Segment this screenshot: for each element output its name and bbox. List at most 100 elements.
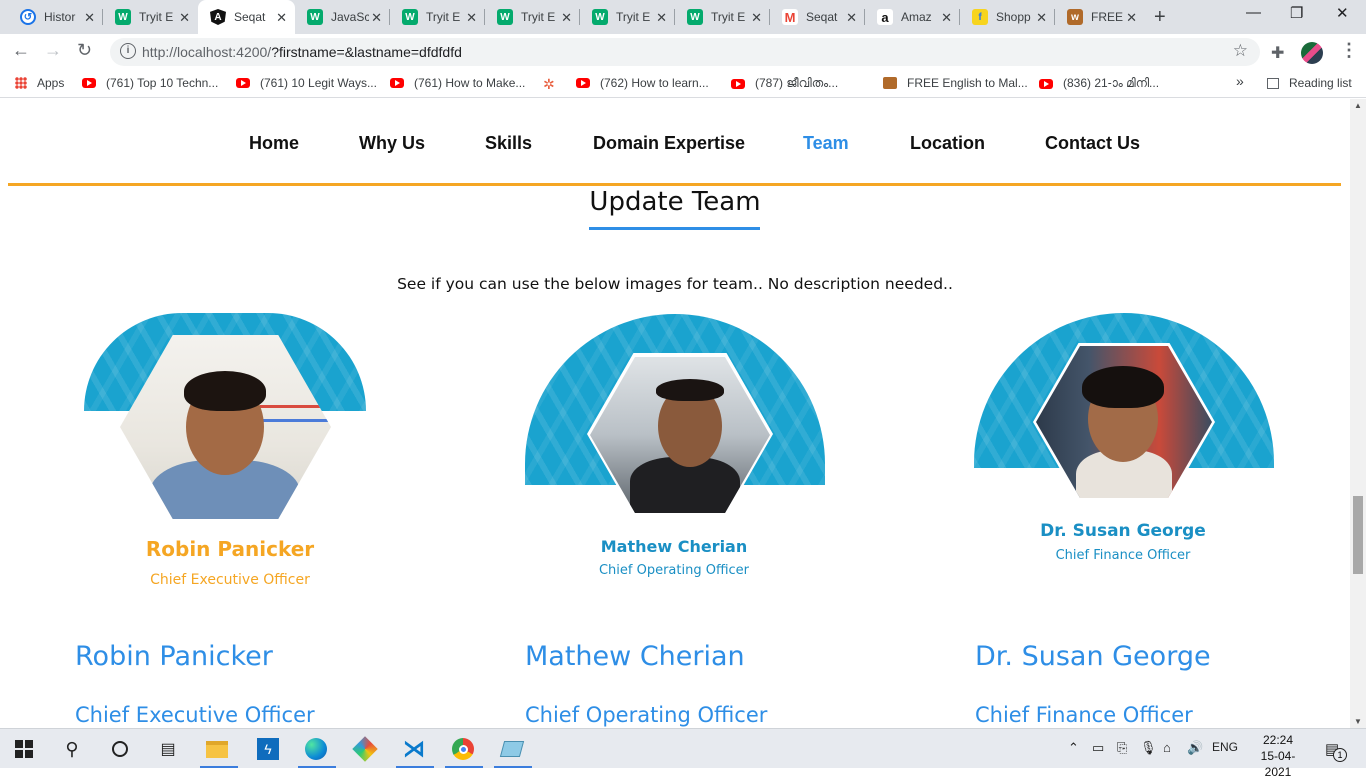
cortana-icon[interactable] (108, 737, 132, 761)
page-content: Home Why Us Skills Domain Expertise Team… (0, 99, 1350, 728)
close-tab-icon[interactable]: ✕ (1036, 10, 1047, 26)
new-tab-icon[interactable]: + (1154, 6, 1166, 29)
close-tab-icon[interactable]: ✕ (941, 10, 952, 26)
more-bookmarks-icon[interactable]: » (1236, 73, 1244, 89)
forward-icon[interactable]: → (44, 40, 62, 61)
tab-javascript[interactable]: W JavaSc ✕ (295, 0, 390, 34)
nav-team[interactable]: Team (803, 133, 849, 154)
address-bar[interactable]: i http://localhost:4200/?firstname=&last… (110, 38, 1260, 66)
back-icon[interactable]: ← (12, 40, 30, 61)
member-name-mathew: Mathew Cherian (525, 641, 745, 672)
tab-amazon[interactable]: a Amaz ✕ (865, 0, 960, 34)
profile-avatar[interactable] (1301, 42, 1323, 64)
youtube-icon (1039, 78, 1053, 89)
tab-tryit-2[interactable]: W Tryit E ✕ (390, 0, 485, 34)
close-window-icon[interactable]: ✕ (1336, 4, 1349, 22)
scroll-thumb[interactable] (1353, 496, 1363, 574)
flipkart-icon: f (972, 9, 988, 25)
bookmark-item[interactable]: (787) ജീവിതം... (731, 76, 838, 91)
vscode-icon[interactable]: ⋊ (402, 736, 426, 761)
reading-list-icon (1267, 77, 1279, 89)
member-name-susan: Dr. Susan George (975, 641, 1211, 672)
reading-list[interactable]: Reading list (1267, 76, 1352, 90)
bookmark-item[interactable]: (761) How to Make... (390, 76, 525, 90)
minimize-icon[interactable]: — (1246, 4, 1261, 21)
notification-count: 1 (1333, 748, 1347, 762)
w3schools-icon: W (402, 9, 418, 25)
nav-divider (8, 183, 1341, 186)
language-indicator[interactable]: ENG (1212, 740, 1238, 754)
close-tab-icon[interactable]: ✕ (846, 10, 857, 26)
tab-seqat-active[interactable]: A Seqat ✕ (198, 0, 295, 34)
tab-tryit-1[interactable]: W Tryit E ✕ (103, 0, 198, 34)
task-view-icon[interactable]: ▤ (156, 737, 180, 761)
menu-icon[interactable]: ⋮ (1340, 40, 1358, 61)
search-icon[interactable]: ⚲ (60, 737, 84, 761)
card-name: Mathew Cherian (600, 537, 748, 556)
youtube-icon (390, 78, 404, 88)
clock[interactable]: 22:24 15-04-2021 (1250, 732, 1306, 780)
bookmark-item[interactable]: FREE English to Mal... (883, 76, 1028, 90)
clock-date: 15-04-2021 (1260, 749, 1296, 779)
tab-shopping[interactable]: f Shopp ✕ (960, 0, 1055, 34)
youtube-icon (236, 78, 250, 88)
bookmark-item[interactable]: (762) How to learn... (576, 76, 709, 90)
tab-tryit-4[interactable]: W Tryit E ✕ (580, 0, 675, 34)
close-tab-icon[interactable]: ✕ (84, 10, 95, 26)
nav-skills[interactable]: Skills (485, 133, 532, 154)
nav-contact-us[interactable]: Contact Us (1045, 133, 1140, 154)
nav-home[interactable]: Home (249, 133, 299, 154)
extensions-icon[interactable]: ✚ (1271, 43, 1284, 63)
close-tab-icon[interactable]: ✕ (751, 10, 762, 26)
tab-gmail[interactable]: M Seqat ✕ (770, 0, 865, 34)
bookmark-item[interactable]: (761) 10 Legit Ways... (236, 76, 377, 90)
close-tab-icon[interactable]: ✕ (656, 10, 667, 26)
tab-free[interactable]: w FREE ✕ (1055, 0, 1145, 34)
scroll-down-icon[interactable]: ▼ (1354, 717, 1362, 726)
close-tab-icon[interactable]: ✕ (276, 10, 287, 26)
chrome-icon[interactable] (451, 737, 475, 761)
close-tab-icon[interactable]: ✕ (466, 10, 477, 26)
site-icon (883, 77, 897, 89)
history-icon: ↺ (20, 9, 36, 25)
tab-history[interactable]: ↺ Histor ✕ (8, 0, 103, 34)
tab-tryit-5[interactable]: W Tryit E ✕ (675, 0, 770, 34)
file-explorer-icon[interactable] (205, 737, 229, 761)
close-tab-icon[interactable]: ✕ (179, 10, 190, 26)
close-tab-icon[interactable]: ✕ (561, 10, 572, 26)
nav-domain-expertise[interactable]: Domain Expertise (593, 133, 745, 154)
section-title: Update Team (589, 187, 761, 217)
battery-icon[interactable]: ▭ (1092, 740, 1104, 756)
network-icon[interactable]: ⌂ (1163, 740, 1171, 755)
scroll-up-icon[interactable]: ▲ (1354, 101, 1362, 110)
page-scrollbar[interactable]: ▲ ▼ (1350, 99, 1366, 728)
member-role-susan: Chief Finance Officer (975, 703, 1193, 727)
edge-icon[interactable] (304, 737, 328, 761)
volume-icon[interactable]: 🔊 (1187, 740, 1203, 756)
bookmark-item[interactable]: (836) 21-ാം മിനി... (1039, 76, 1159, 91)
nav-location[interactable]: Location (910, 133, 985, 154)
powerautomate-icon[interactable]: ϟ (256, 737, 280, 761)
w3schools-icon: W (497, 9, 513, 25)
tab-tryit-3[interactable]: W Tryit E ✕ (485, 0, 580, 34)
close-tab-icon[interactable]: ✕ (371, 10, 382, 26)
microphone-icon[interactable]: 🎙 (1140, 740, 1157, 756)
restore-icon[interactable]: ❐ (1290, 4, 1303, 22)
paint-icon[interactable] (352, 736, 378, 762)
reload-icon[interactable]: ↻ (77, 40, 92, 61)
member-role-robin: Chief Executive Officer (75, 703, 315, 727)
bookmark-apps[interactable]: Apps (15, 76, 64, 90)
info-icon[interactable]: i (120, 43, 136, 59)
windows-start-icon[interactable] (12, 737, 36, 761)
usb-icon[interactable]: ⎘ (1117, 740, 1127, 756)
close-tab-icon[interactable]: ✕ (1126, 10, 1137, 26)
member-name-robin: Robin Panicker (75, 641, 273, 672)
w3schools-icon: W (592, 9, 608, 25)
nav-why-us[interactable]: Why Us (359, 133, 425, 154)
bookmark-star-icon[interactable]: ☆ (1233, 41, 1248, 61)
pinwheel-icon[interactable]: ✲ (543, 76, 555, 93)
chevron-up-icon[interactable]: ⌃ (1068, 740, 1079, 756)
notepad-icon[interactable] (499, 737, 525, 761)
site-navbar: Home Why Us Skills Domain Expertise Team… (0, 99, 1350, 185)
bookmark-item[interactable]: (761) Top 10 Techn... (82, 76, 218, 90)
